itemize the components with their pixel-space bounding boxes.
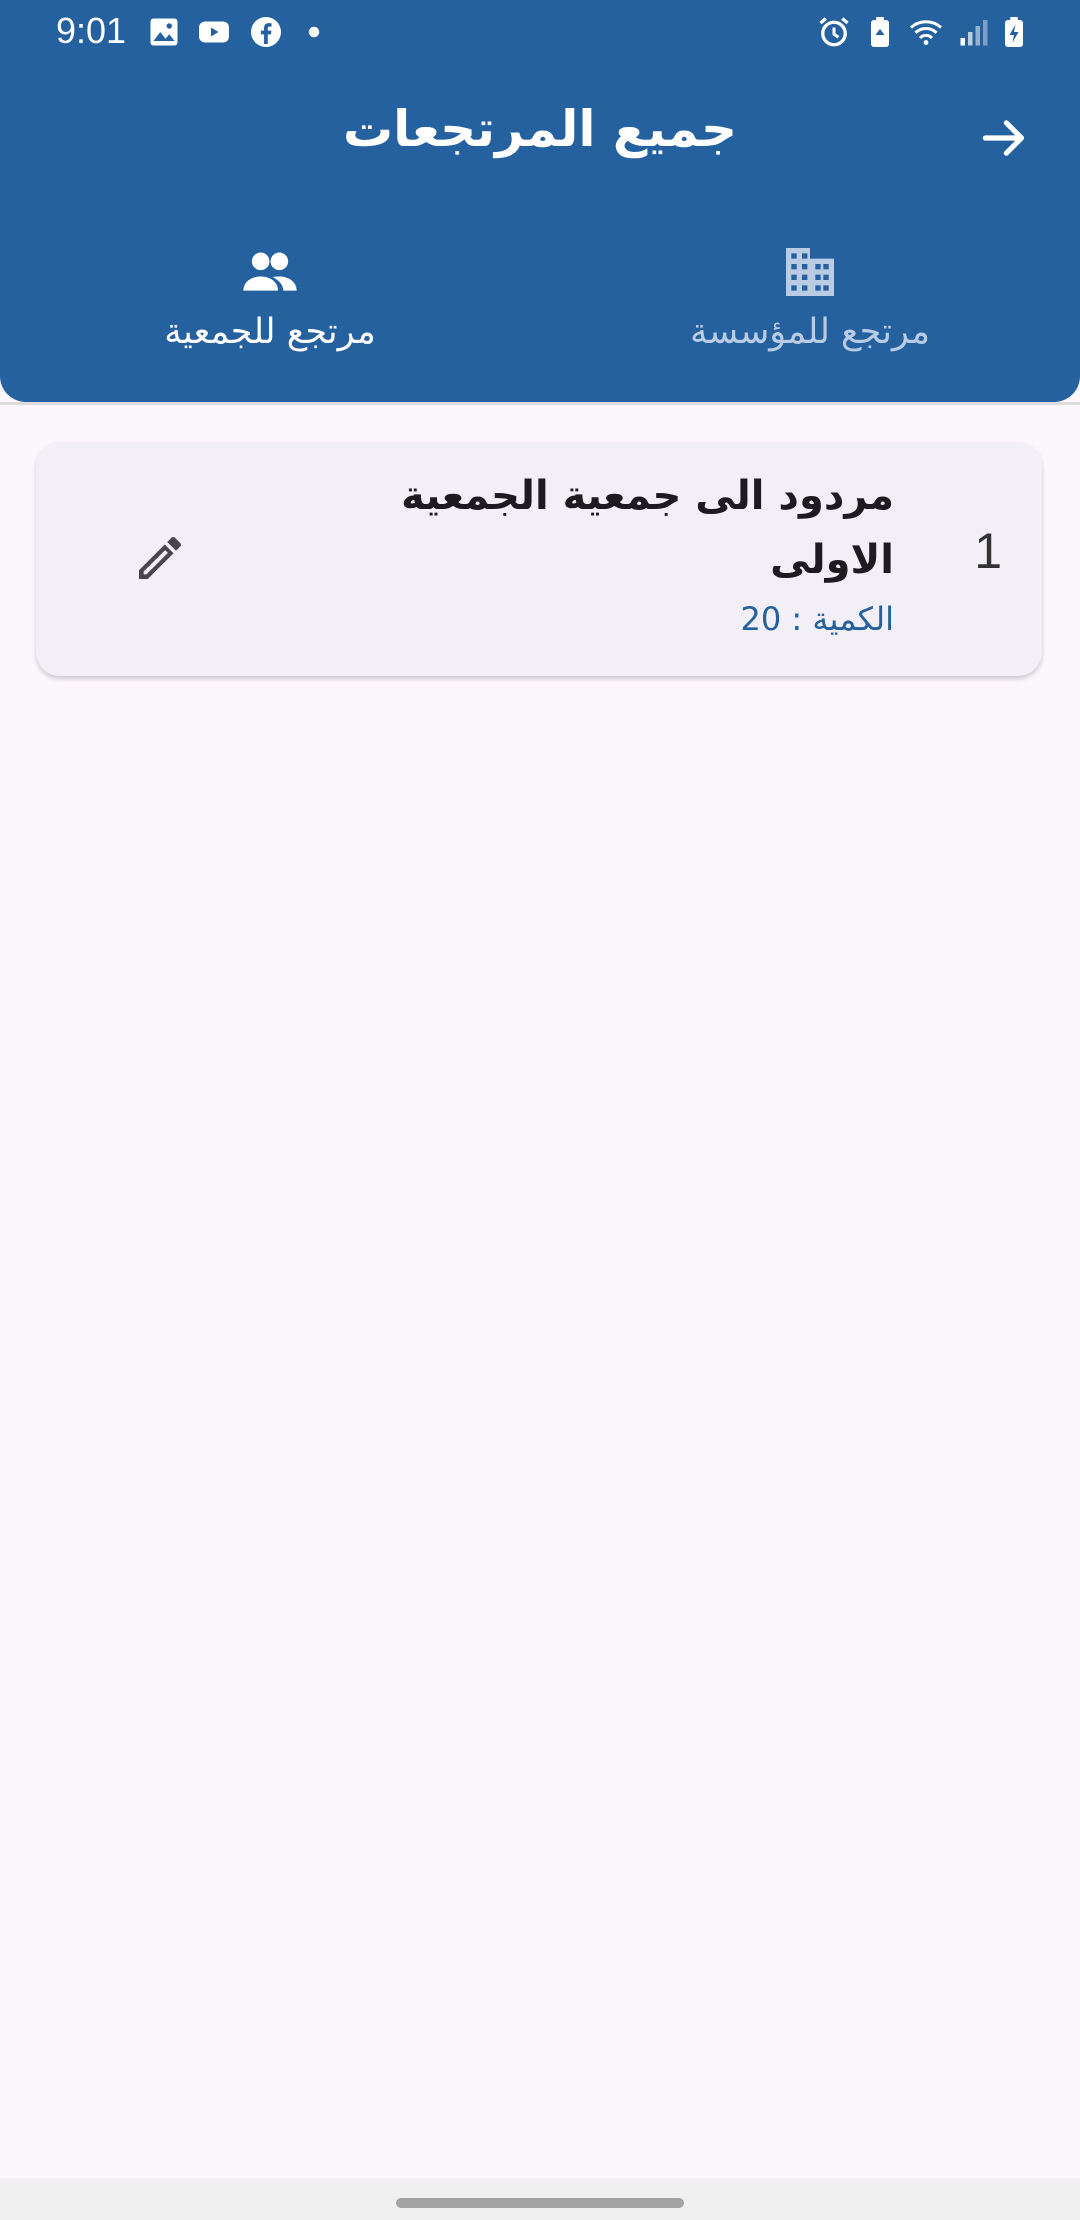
status-bar: 9:01: [0, 0, 1080, 64]
dot-icon: [296, 14, 332, 50]
facebook-icon: [248, 14, 284, 50]
header-divider: [0, 402, 1080, 405]
image-icon: [146, 14, 182, 50]
pencil-edit-icon: [139, 536, 181, 579]
youtube-icon: [196, 14, 232, 50]
tab-association-return[interactable]: مرتجع للجمعية: [0, 240, 540, 370]
item-index: 1: [974, 523, 1002, 579]
tab-label: مرتجع للجمعية: [164, 312, 376, 352]
arrow-forward-icon: [982, 120, 1025, 156]
item-quantity: الكمية : 20: [740, 600, 894, 638]
returns-screen: 9:01 جميع المرتجعات مرتجع للمؤسسة مرتجع …: [0, 0, 1080, 2220]
page-title: جميع المرتجعات: [342, 100, 738, 158]
tab-label: مرتجع للمؤسسة: [689, 312, 931, 352]
edit-button[interactable]: [128, 526, 192, 590]
status-time: 9:01: [56, 10, 127, 51]
battery-saver-icon: [862, 14, 898, 50]
system-navigation-bar: [0, 2178, 1080, 2220]
item-title: مردود الى جمعية الجمعية الاولى: [401, 473, 894, 583]
battery-charging-icon: [996, 14, 1032, 50]
alarm-icon: [816, 14, 852, 50]
return-list-item[interactable]: 1 مردود الى جمعية الجمعية الاولى الكمية …: [36, 442, 1042, 676]
back-button[interactable]: [972, 106, 1036, 170]
building-icon: [778, 240, 842, 304]
wifi-icon: [908, 14, 944, 50]
tab-institution-return[interactable]: مرتجع للمؤسسة: [540, 240, 1080, 370]
people-icon: [238, 240, 302, 304]
signal-icon: [956, 14, 992, 50]
home-gesture-handle[interactable]: [396, 2198, 684, 2208]
